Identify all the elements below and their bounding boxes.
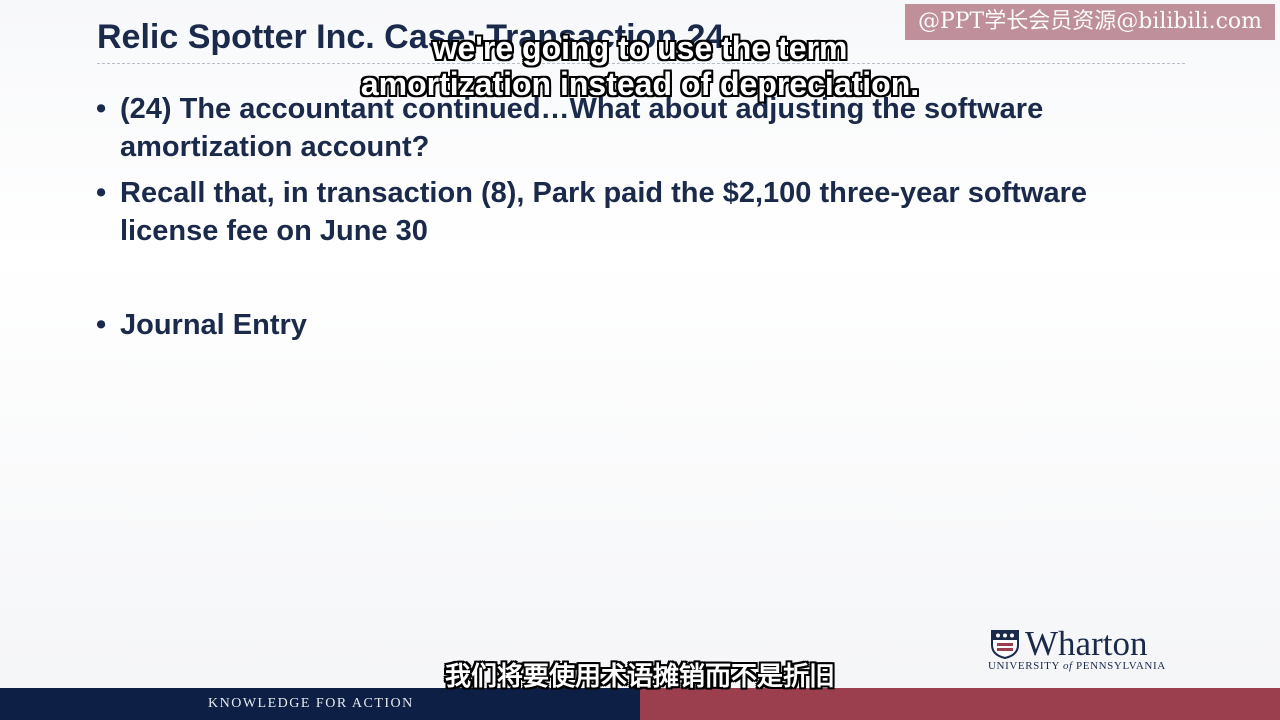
slide: Relic Spotter Inc. Case: Transaction 24 … bbox=[0, 0, 1280, 720]
english-subtitle-line: we're going to use the term bbox=[432, 30, 848, 66]
bullet-marker: • bbox=[96, 309, 107, 341]
bullet-text: Journal Entry bbox=[120, 309, 307, 341]
logo-name: Wharton bbox=[1025, 624, 1148, 663]
english-subtitle: we're going to use the term amortization… bbox=[0, 30, 1280, 102]
crest-icon bbox=[991, 630, 1019, 659]
chinese-subtitle: 我们将要使用术语摊销而不是折旧 bbox=[444, 662, 835, 692]
bullet-text: Recall that, in transaction (8), Park pa… bbox=[120, 177, 1088, 247]
english-subtitle-line: amortization instead of depreciation. bbox=[360, 66, 920, 102]
footer-tagline: KNOWLEDGE FOR ACTION bbox=[208, 696, 414, 711]
bullet-marker: • bbox=[96, 177, 107, 209]
